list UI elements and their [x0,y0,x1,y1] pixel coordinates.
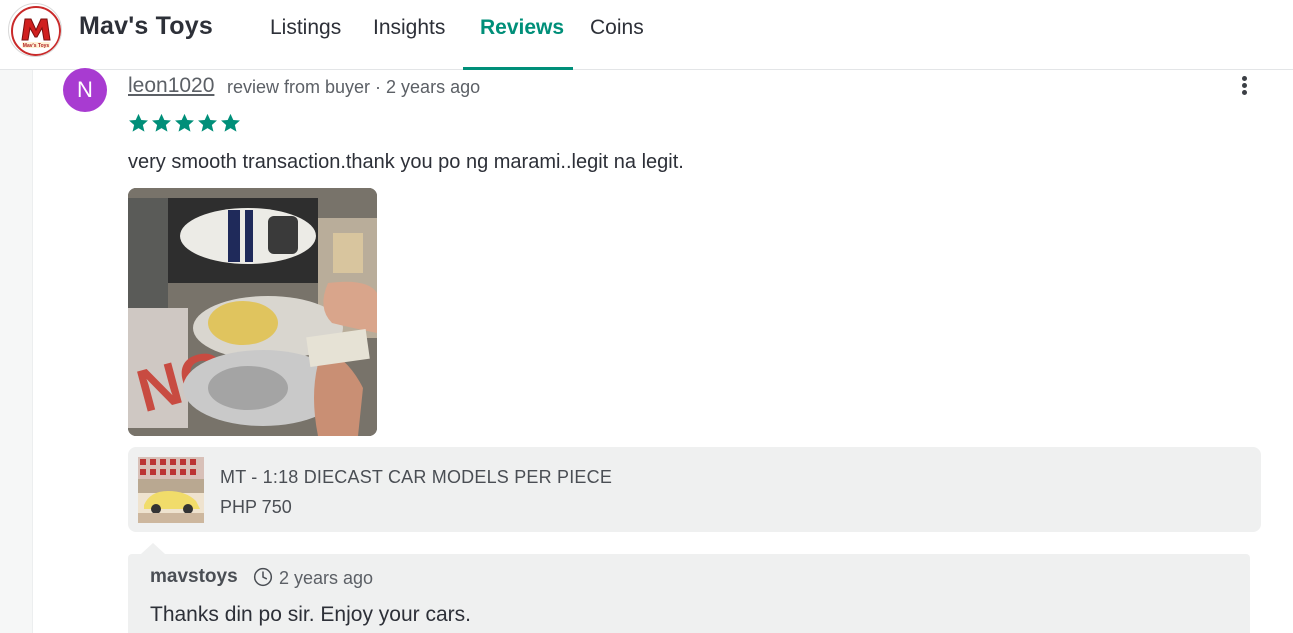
star-icon [221,113,240,132]
purchased-product[interactable]: MT - 1:18 DIECAST CAR MODELS PER PIECE P… [128,447,1261,532]
reply-text: Thanks din po sir. Enjoy your cars. [150,603,471,626]
more-options-button[interactable] [1230,72,1260,100]
star-icon [175,113,194,132]
product-thumbnail [138,457,204,523]
more-options-dot [1242,90,1247,95]
star-icon [152,113,171,132]
avatar[interactable]: N [63,68,107,112]
star-icon [198,113,217,132]
reply-pointer [141,543,165,554]
clock-icon [253,567,273,587]
review-meta: review from buyer · 2 years ago [227,77,481,97]
product-price: PHP 750 [220,497,292,517]
review-photo[interactable]: NG [128,188,377,436]
product-title: MT - 1:18 DIECAST CAR MODELS PER PIECE [220,467,613,487]
more-options-dot [1242,83,1247,88]
reply-timestamp: 2 years ago [279,568,374,588]
reply-author[interactable]: mavstoys [150,566,238,588]
more-options-dot [1242,76,1247,81]
shop-logo[interactable]: Mav's Toys [8,3,62,57]
review-photo-image: NG [128,188,377,436]
seller-reply: mavstoys 2 years ago Thanks din po sir. … [128,554,1250,633]
top-navigation: Mav's Toys Mav's Toys Listings Insights … [0,0,1293,70]
tab-reviews[interactable]: Reviews [480,16,564,40]
review-text: very smooth transaction.thank you po ng … [128,151,684,173]
tab-coins[interactable]: Coins [590,16,644,40]
svg-text:Mav's Toys: Mav's Toys [23,43,50,49]
reviewer-username[interactable]: leon1020 [128,74,214,98]
star-icon [129,113,148,132]
product-thumbnail-image [138,457,204,523]
shop-logo-image: Mav's Toys [11,6,61,56]
avatar-initial: N [77,77,93,102]
tab-insights[interactable]: Insights [373,16,445,40]
star-rating [128,112,241,134]
tab-listings[interactable]: Listings [270,16,341,40]
shop-name[interactable]: Mav's Toys [79,12,213,41]
